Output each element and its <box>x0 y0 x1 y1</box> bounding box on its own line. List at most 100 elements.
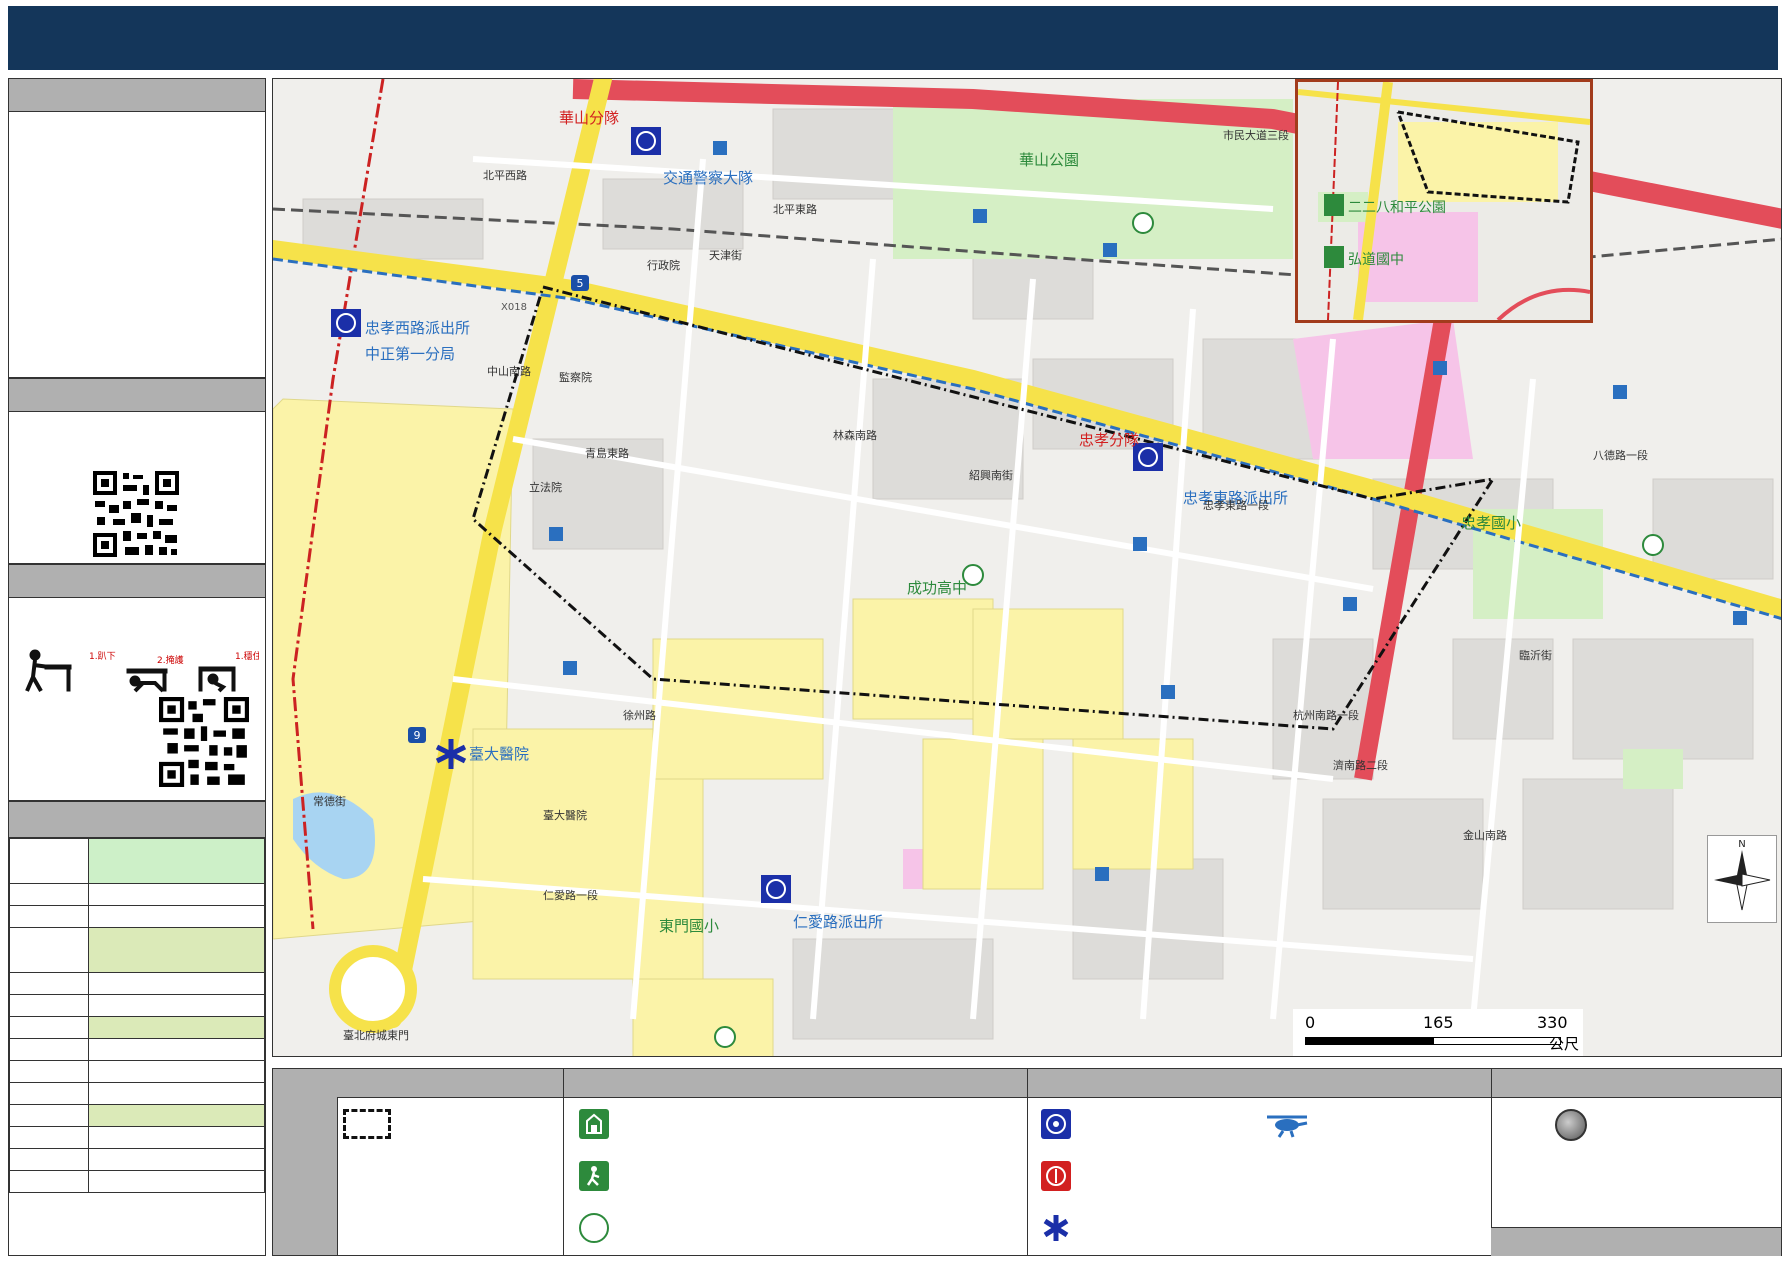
street-label: 青島東路 <box>585 446 629 460</box>
street-label: 監察院 <box>559 370 592 384</box>
map-label-chenggong-high: 成功高中 <box>907 579 967 597</box>
table-cell <box>9 1016 89 1039</box>
table-cell <box>9 1170 89 1193</box>
route-marker-label: X018 <box>501 302 527 313</box>
police-icon[interactable] <box>761 875 791 903</box>
roundabout <box>329 945 417 1033</box>
street-label: 常德街 <box>313 794 346 808</box>
table-cell <box>9 1126 89 1149</box>
drop-cover-hold-figures: 1.趴下 2.掩護 1.穩住 <box>23 647 262 693</box>
street-label: 杭州南路一段 <box>1293 708 1359 722</box>
legend-side-header <box>273 1069 338 1255</box>
legend-divider <box>1027 1069 1028 1255</box>
table-cell <box>9 1082 89 1105</box>
table-cell <box>88 883 265 906</box>
assembly-point-icon <box>1555 1109 1587 1141</box>
instruction-qr-code[interactable] <box>159 697 249 787</box>
scale-segment <box>1305 1037 1433 1045</box>
road-shield-5: 5 <box>571 275 589 291</box>
map-label-renai-station: 仁愛路派出所 <box>793 913 883 931</box>
table-cell <box>88 927 265 973</box>
street-label: 仁愛路一段 <box>543 888 598 902</box>
inset-evacuation-icon <box>1324 194 1344 216</box>
legend-divider <box>563 1069 564 1255</box>
map-label-ntu-hospital-major: 臺大醫院 <box>469 745 529 763</box>
fire-badge-icon <box>1041 1161 1071 1191</box>
street-label: 林森南路 <box>833 428 877 442</box>
street-label: 行政院 <box>647 258 680 272</box>
reserve-circle-icon[interactable] <box>1642 534 1664 556</box>
inset-label-228-park: 二二八和平公園 <box>1348 200 1446 216</box>
legend-top-header <box>337 1069 1781 1098</box>
map-label-zhongzheng-precinct: 中正第一分局 <box>365 345 455 363</box>
table-cell <box>9 1148 89 1171</box>
street-label: 徐州路 <box>623 708 656 722</box>
street-label: 天津街 <box>709 248 742 262</box>
legend-footer-header <box>1491 1227 1781 1256</box>
table-cell <box>88 838 265 884</box>
instruction-step-3: 1.穩住 <box>235 650 259 662</box>
drop-cover-hold-illustration: 1.趴下 2.掩護 1.穩住 <box>25 649 262 693</box>
north-arrow: N <box>1707 835 1777 923</box>
reserve-circle-icon <box>579 1213 609 1243</box>
instruction-panel-header <box>9 565 265 598</box>
table-cell <box>9 927 89 973</box>
table-cell <box>88 972 265 995</box>
description-panel <box>8 78 266 378</box>
reserve-circle-icon[interactable] <box>1132 212 1154 234</box>
map-label-zhongxiao-fire: 忠孝分隊 <box>1079 431 1139 449</box>
title-bar <box>8 6 1778 70</box>
street-label: 市民大道三段 <box>1223 128 1289 142</box>
table-cell <box>88 1016 265 1039</box>
info-table-header <box>9 802 265 838</box>
road-shield-9-label: 9 <box>414 729 421 742</box>
street-label: 八德路一段 <box>1593 448 1648 462</box>
police-icon[interactable] <box>631 127 661 155</box>
street-label: 臨沂街 <box>1519 648 1552 662</box>
instruction-panel: 1.趴下 2.掩護 1.穩住 <box>8 564 266 801</box>
street-label: 忠孝東路一段 <box>1203 498 1269 512</box>
table-cell <box>9 1060 89 1083</box>
map-label-zhongxiao-elementary: 忠孝國小 <box>1461 514 1521 532</box>
scale-tick-0: 0 <box>1305 1013 1316 1032</box>
street-label: 北平西路 <box>483 169 527 182</box>
qr-panel <box>8 378 266 564</box>
main-map[interactable]: 5 9 X018 交通警察大隊 忠孝西路派出所 中正第一分局 忠孝東路派出所 仁… <box>272 78 1782 1057</box>
info-table <box>9 838 265 1193</box>
park-area <box>1623 749 1683 789</box>
qr-code[interactable] <box>93 471 179 557</box>
inset-map[interactable]: 二二八和平公園 弘道國中 <box>1295 79 1593 323</box>
map-label-traffic-police: 交通警察大隊 <box>663 169 753 187</box>
north-arrow-graphic: N <box>1714 839 1771 911</box>
street-label: 臺大醫院 <box>543 808 587 822</box>
table-cell <box>88 1082 265 1105</box>
table-cell <box>9 883 89 906</box>
inset-label-hongdao: 弘道國中 <box>1348 252 1404 268</box>
legend-panel <box>272 1068 1782 1256</box>
evacuation-site-icon <box>579 1161 609 1191</box>
street-label: 金山南路 <box>1463 828 1507 842</box>
table-cell <box>9 1038 89 1061</box>
scale-tick-165: 165 <box>1423 1013 1454 1032</box>
helicopter-icon <box>1263 1109 1311 1139</box>
table-cell <box>88 1126 265 1149</box>
road-shield-5-label: 5 <box>577 277 584 290</box>
scale-bar: 0 165 330 公尺 <box>1293 1009 1583 1056</box>
table-cell <box>9 838 89 884</box>
map-label-huashan-park: 華山公園 <box>1019 151 1079 169</box>
scale-unit: 公尺 <box>1549 1035 1580 1053</box>
police-icon[interactable] <box>331 309 361 337</box>
reserve-circle-icon[interactable] <box>714 1026 736 1048</box>
inset-shelter-icon <box>1324 246 1344 268</box>
north-arrow-label: N <box>1738 839 1745 850</box>
street-label: 北平東路 <box>773 203 817 216</box>
dashed-boundary-icon <box>343 1109 391 1139</box>
table-cell <box>88 1060 265 1083</box>
table-cell <box>9 1104 89 1127</box>
street-label: 濟南路二段 <box>1333 758 1388 772</box>
road-shield-9: 9 <box>408 727 426 743</box>
shelter-icon <box>579 1109 609 1139</box>
table-cell <box>88 905 265 928</box>
instruction-step-2: 2.掩護 <box>157 654 184 666</box>
table-cell <box>88 1038 265 1061</box>
